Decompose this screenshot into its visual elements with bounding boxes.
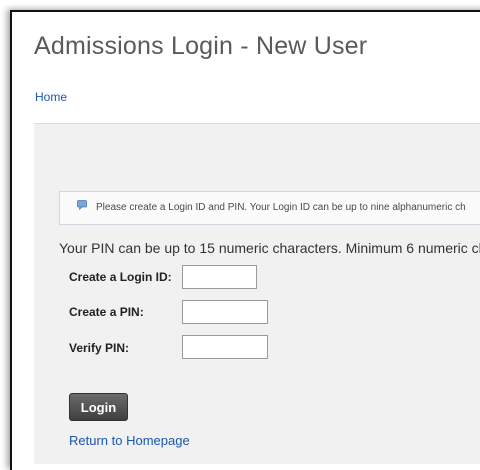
page-title: Admissions Login - New User bbox=[34, 32, 368, 60]
breadcrumb-home-link[interactable]: Home bbox=[35, 90, 67, 104]
pin-label: Create a PIN: bbox=[69, 305, 144, 319]
return-to-homepage-link[interactable]: Return to Homepage bbox=[69, 433, 190, 448]
login-id-label: Create a Login ID: bbox=[69, 270, 172, 284]
info-message-text: Please create a Login ID and PIN. Your L… bbox=[96, 202, 466, 213]
login-id-input[interactable] bbox=[182, 265, 257, 289]
info-icon bbox=[77, 200, 87, 210]
verify-pin-label: Verify PIN: bbox=[69, 341, 130, 355]
verify-pin-input[interactable] bbox=[182, 335, 268, 359]
pin-input[interactable] bbox=[182, 300, 268, 324]
pin-rule-text: Your PIN can be up to 15 numeric charact… bbox=[59, 240, 480, 256]
login-button[interactable]: Login bbox=[69, 393, 128, 421]
